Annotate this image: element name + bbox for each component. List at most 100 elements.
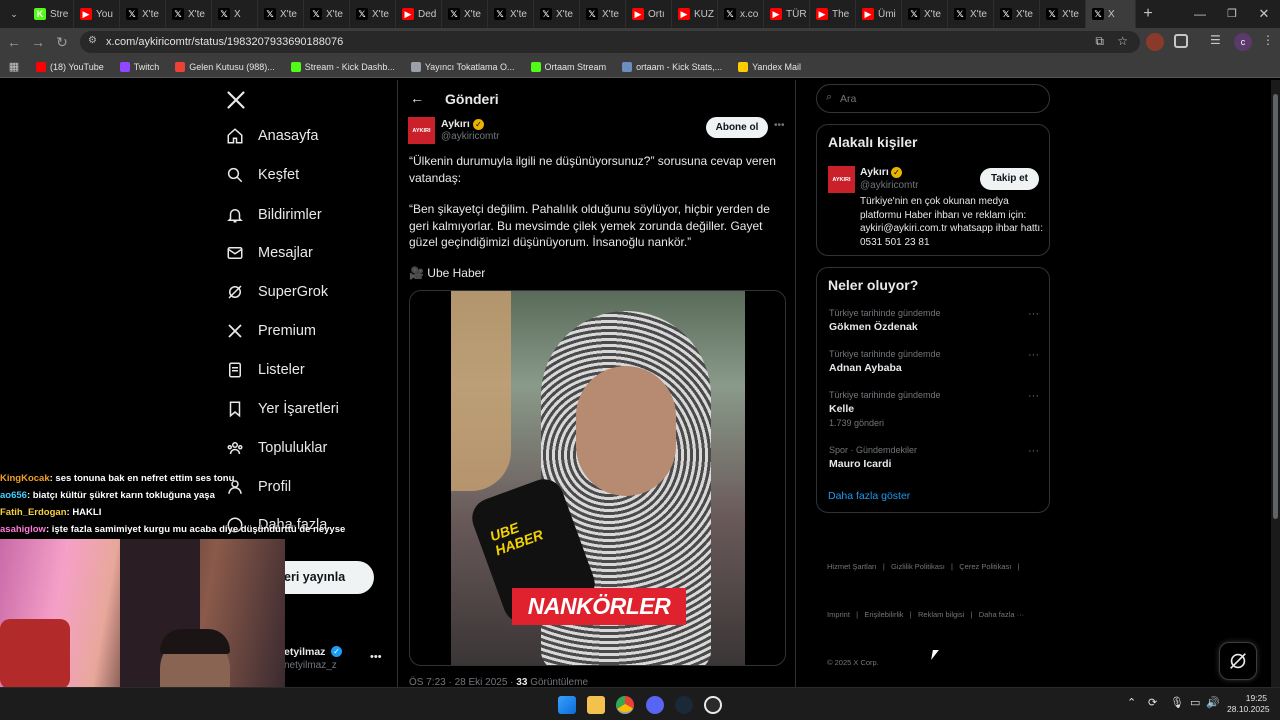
nav-item[interactable]: Premium <box>226 322 316 340</box>
author-name[interactable]: Aykırı <box>441 118 470 130</box>
minimize-icon[interactable]: — <box>1184 0 1216 28</box>
reading-list-icon[interactable]: ☰ <box>1210 33 1221 47</box>
profile-avatar[interactable]: c <box>1234 33 1252 51</box>
browser-tab[interactable]: 𝕏 X'te <box>442 0 488 28</box>
related-handle[interactable]: @aykiricomtr <box>860 180 919 191</box>
scrollbar-thumb[interactable] <box>1273 94 1278 519</box>
nav-item[interactable]: Topluluklar <box>226 439 327 457</box>
nav-item[interactable]: SuperGrok <box>226 283 328 301</box>
browser-tab[interactable]: 𝕏x.co <box>718 0 764 28</box>
microphone-icon[interactable]: 🎙 <box>1170 696 1184 709</box>
menu-kebab-icon[interactable]: ⋮ <box>1262 33 1274 47</box>
nav-item[interactable]: Keşfet <box>226 166 299 184</box>
trend-item[interactable]: Türkiye tarihinde gündemde Adnan Aybaba ··… <box>829 349 1039 374</box>
back-icon[interactable]: ← <box>2 30 26 54</box>
tab-search-icon[interactable]: ⌄ <box>0 0 28 28</box>
apps-grid-icon[interactable]: ▦ <box>0 60 28 73</box>
discord-icon[interactable] <box>646 696 664 714</box>
browser-tab[interactable]: ▶ TÜR <box>764 0 810 28</box>
post-video[interactable]: UBE HABER NANKÖRLER <box>409 290 786 666</box>
browser-tab[interactable]: ▶ Ümi <box>856 0 902 28</box>
browser-tab[interactable]: 𝕏 X'te <box>120 0 166 28</box>
x-logo-icon[interactable] <box>226 90 246 110</box>
back-arrow-icon[interactable]: ← <box>410 90 424 106</box>
site-info-icon[interactable]: ⚙ <box>88 35 97 46</box>
browser-tab[interactable]: ▶ Ded <box>396 0 442 28</box>
chrome-icon[interactable] <box>616 696 634 714</box>
trend-item[interactable]: Türkiye tarihinde gündemde Kelle 1.739 gön… <box>829 390 1039 428</box>
footer-line-1[interactable]: Hizmet Şartları | Gizlilik Politikası | … <box>827 559 1024 575</box>
nav-item[interactable]: Mesajlar <box>226 244 313 262</box>
volume-icon[interactable]: 🔊 <box>1206 696 1220 709</box>
browser-tab[interactable]: 𝕏 X'te <box>488 0 534 28</box>
star-bookmark-icon[interactable]: ☆ <box>1117 34 1128 48</box>
browser-tab[interactable]: ▶ KUZ <box>672 0 718 28</box>
bookmark-item[interactable]: Twitch <box>112 61 168 72</box>
url-field[interactable]: ⚙ x.com/aykiricomtr/status/1983207933690… <box>80 31 1140 53</box>
display-icon[interactable]: ▭ <box>1190 696 1200 709</box>
author-handle[interactable]: @aykiricomtr <box>441 131 500 142</box>
browser-tab[interactable]: K Stre <box>28 0 74 28</box>
forward-icon[interactable]: → <box>26 30 50 54</box>
reload-icon[interactable]: ↻ <box>50 30 74 54</box>
tab-label: X'te <box>188 8 205 20</box>
related-avatar[interactable]: AYKIRI <box>828 166 855 193</box>
browser-tab[interactable]: 𝕏X <box>1086 0 1136 28</box>
browser-tab[interactable]: 𝕏X <box>212 0 258 28</box>
subscribe-button[interactable]: Abone ol <box>706 117 768 138</box>
browser-tab[interactable]: 𝕏 X'te <box>1040 0 1086 28</box>
bookmark-item[interactable]: Yandex Mail <box>730 61 809 72</box>
browser-tab[interactable]: 𝕏 X'te <box>534 0 580 28</box>
trend-item[interactable]: Spor · Gündemdekiler Mauro Icardi ··· <box>829 445 1039 470</box>
file-explorer-icon[interactable] <box>587 696 605 714</box>
windows-start-icon[interactable] <box>558 696 576 714</box>
extension-icon[interactable] <box>1146 33 1164 51</box>
new-tab-button[interactable]: + <box>1136 0 1160 28</box>
tray-chevron-icon[interactable]: ⌃ <box>1127 696 1136 709</box>
browser-tab[interactable]: 𝕏 X'te <box>948 0 994 28</box>
browser-tab[interactable]: ▶ The <box>810 0 856 28</box>
show-more-link[interactable]: Daha fazla göster <box>828 490 910 502</box>
nav-item[interactable]: Yer İşaretleri <box>226 400 339 418</box>
browser-tab[interactable]: ▶ Ortı <box>626 0 672 28</box>
post-more-icon[interactable]: ••• <box>774 120 785 131</box>
clock[interactable]: 19:25 28.10.2025 <box>1227 693 1270 715</box>
footer-line-2[interactable]: Imprint | Erişilebilirlik | Reklam bilgi… <box>827 607 1024 623</box>
browser-tab[interactable]: 𝕏 X'te <box>166 0 212 28</box>
bookmark-item[interactable]: Stream - Kick Dashb... <box>283 61 403 72</box>
bookmark-item[interactable]: (18) YouTube <box>28 61 112 72</box>
browser-tab[interactable]: ▶ You <box>74 0 120 28</box>
account-more-icon[interactable]: ••• <box>370 651 382 663</box>
sync-icon[interactable]: ⟳ <box>1148 696 1157 709</box>
obs-icon[interactable] <box>704 696 722 714</box>
browser-tab[interactable]: 𝕏 X'te <box>258 0 304 28</box>
browser-tab[interactable]: 𝕏 X'te <box>994 0 1040 28</box>
steam-icon[interactable] <box>675 696 693 714</box>
nav-item[interactable]: Listeler <box>226 361 305 379</box>
browser-tab[interactable]: 𝕏 X'te <box>902 0 948 28</box>
author-avatar[interactable]: AYKIRI <box>408 117 435 144</box>
nav-item[interactable]: Bildirimler <box>226 206 322 224</box>
grok-floating-button[interactable] <box>1219 642 1257 680</box>
bookmark-item[interactable]: ortaam - Kick Stats,... <box>614 61 730 72</box>
install-app-icon[interactable]: ⧉ <box>1095 34 1104 49</box>
browser-tab[interactable]: 𝕏 X'te <box>580 0 626 28</box>
trend-more-icon[interactable]: ··· <box>1028 390 1039 402</box>
trend-item[interactable]: Türkiye tarihinde gündemde Gökmen Özdenak… <box>829 308 1039 333</box>
nav-item[interactable]: Anasayfa <box>226 127 318 145</box>
extensions-puzzle-icon[interactable] <box>1174 34 1188 48</box>
follow-button[interactable]: Takip et <box>980 168 1039 190</box>
close-window-icon[interactable]: ✕ <box>1248 0 1280 28</box>
trend-more-icon[interactable]: ··· <box>1028 445 1039 457</box>
browser-tab[interactable]: 𝕏 X'te <box>350 0 396 28</box>
search-input[interactable]: ⌕ Ara <box>816 84 1050 113</box>
trend-more-icon[interactable]: ··· <box>1028 308 1039 320</box>
bookmark-item[interactable]: Ortaam Stream <box>523 61 615 72</box>
trend-more-icon[interactable]: ··· <box>1028 349 1039 361</box>
browser-tab[interactable]: 𝕏 X'te <box>304 0 350 28</box>
bookmark-item[interactable]: Yayıncı Tokatlama O... <box>403 61 523 72</box>
related-name[interactable]: Aykırı <box>860 166 889 178</box>
page-scrollbar[interactable] <box>1271 80 1280 687</box>
restore-icon[interactable]: ❐ <box>1216 0 1248 28</box>
bookmark-item[interactable]: Gelen Kutusu (988)... <box>167 61 283 72</box>
